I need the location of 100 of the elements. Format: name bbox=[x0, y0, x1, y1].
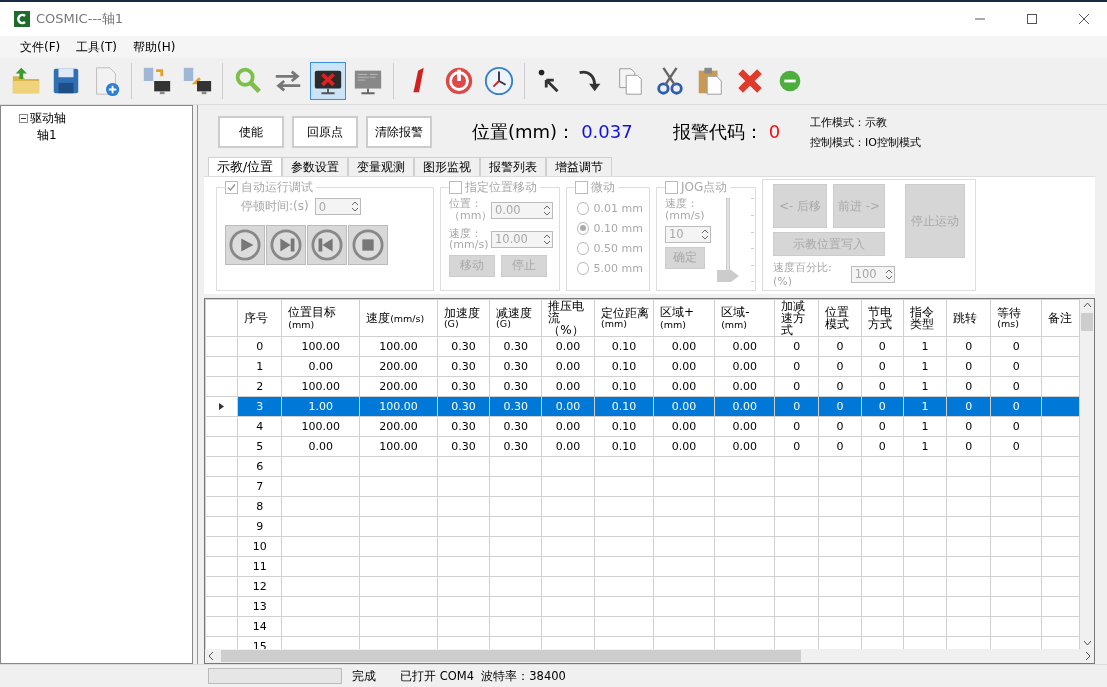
table-cell: 0 bbox=[818, 356, 862, 377]
table-cell: 0.00 bbox=[653, 436, 715, 457]
table-cell: 1 bbox=[237, 356, 282, 377]
table-cell: 0.00 bbox=[653, 376, 715, 397]
close-icon[interactable] bbox=[1079, 14, 1089, 24]
table-cell: 0 bbox=[990, 416, 1042, 437]
column-header: 等待 (ms) bbox=[990, 299, 1042, 337]
disconnect-monitor-icon[interactable] bbox=[310, 62, 346, 100]
table-cell: 200.00 bbox=[359, 376, 438, 397]
group-title: 自动运行调试 bbox=[241, 179, 313, 197]
table-cell: 0.00 bbox=[653, 336, 715, 357]
table-cell: 0.10 bbox=[594, 376, 654, 397]
table-cell: 10 bbox=[237, 536, 282, 557]
table-cell: 100.00 bbox=[359, 336, 438, 357]
tab[interactable]: 增益调节 bbox=[546, 157, 613, 177]
status-text: 已打开 COM4 波特率：38400 bbox=[400, 668, 566, 684]
scrollbar-thumb[interactable] bbox=[1081, 313, 1093, 331]
table-cell: 0.30 bbox=[437, 416, 490, 437]
table-cell: 0.30 bbox=[437, 436, 490, 457]
table-cell: 1 bbox=[903, 336, 947, 357]
tab[interactable]: 图形监视 bbox=[414, 157, 481, 177]
collapse-icon[interactable] bbox=[19, 114, 28, 123]
action-button[interactable]: 回原点 bbox=[292, 116, 358, 149]
table-cell: 0.00 bbox=[541, 336, 595, 357]
table-cell: 0 bbox=[237, 336, 282, 357]
table-cell: 0.30 bbox=[489, 416, 542, 437]
table-cell: 4 bbox=[237, 416, 282, 437]
table-cell: 0 bbox=[946, 336, 991, 357]
table-cell: 100.00 bbox=[281, 336, 360, 357]
mode-text: 控制模式：IO控制模式 bbox=[810, 134, 921, 150]
tab[interactable]: 变量观测 bbox=[348, 157, 415, 177]
field-label: 速度： bbox=[665, 198, 699, 210]
table-cell: 0 bbox=[774, 436, 819, 457]
table-cell: 0 bbox=[861, 336, 904, 357]
table-cell: 0 bbox=[946, 416, 991, 437]
unit-label: (mm/s) bbox=[665, 210, 705, 222]
table-cell: 0 bbox=[861, 416, 904, 437]
table-cell: 100.00 bbox=[359, 436, 438, 457]
tab[interactable]: 参数设置 bbox=[282, 157, 349, 177]
table-cell: 5 bbox=[237, 436, 282, 457]
table-cell: 1 bbox=[903, 416, 947, 437]
table-cell: 0 bbox=[774, 356, 819, 377]
table-cell: 13 bbox=[237, 596, 282, 617]
alarm-value: 0 bbox=[768, 121, 781, 143]
table-cell: 0.30 bbox=[437, 356, 490, 377]
table-cell: 0 bbox=[818, 376, 862, 397]
status-text: 完成 bbox=[352, 668, 376, 684]
column-header: 位置模式 bbox=[818, 299, 862, 337]
table-cell: 11 bbox=[237, 556, 282, 577]
table-cell: 0 bbox=[946, 356, 991, 377]
table-cell: 0.30 bbox=[437, 376, 490, 397]
mode-text: 工作模式：示教 bbox=[810, 114, 889, 130]
column-header: 减速度 (G) bbox=[489, 299, 542, 337]
action-button[interactable]: 使能 bbox=[218, 116, 284, 149]
table-cell: 0.10 bbox=[594, 336, 654, 357]
field-label: 速度百分比:(%) bbox=[773, 260, 833, 289]
table-cell: 0.00 bbox=[541, 356, 595, 377]
table-cell: 0.00 bbox=[281, 436, 360, 457]
action-button[interactable]: 清除报警 bbox=[366, 116, 432, 149]
column-header: 位置目标 (mm) bbox=[281, 299, 360, 337]
table-cell: 0 bbox=[861, 356, 904, 377]
field-label: 停顿时间:(s) bbox=[241, 198, 309, 216]
field-label: 速度： bbox=[449, 227, 482, 240]
table-cell: 200.00 bbox=[359, 356, 438, 377]
table-cell: 0.00 bbox=[541, 416, 595, 437]
table-cell: 0 bbox=[818, 436, 862, 457]
tab[interactable]: 示教/位置 bbox=[208, 157, 283, 177]
column-header: 节电方式 bbox=[861, 299, 904, 337]
table-cell: 14 bbox=[237, 616, 282, 637]
menu-item[interactable]: 文件(F) bbox=[14, 38, 67, 56]
table-cell: 0 bbox=[990, 356, 1042, 377]
column-header: 序号 bbox=[237, 299, 282, 337]
group-title: 指定位置移动 bbox=[465, 179, 537, 197]
group-title: JOG点动 bbox=[681, 179, 728, 197]
table-cell: 7 bbox=[237, 476, 282, 497]
table-cell: 0 bbox=[861, 376, 904, 397]
table-cell: 0.00 bbox=[714, 336, 775, 357]
alarm-label: 报警代码： bbox=[672, 120, 763, 145]
table-cell: 1 bbox=[903, 436, 947, 457]
table-cell: 100.00 bbox=[281, 416, 360, 437]
tab[interactable]: 报警列表 bbox=[480, 157, 547, 177]
radio-label: 5.00 mm bbox=[593, 261, 643, 275]
table-cell: 0.10 bbox=[594, 416, 654, 437]
table-cell: 0 bbox=[946, 436, 991, 457]
table-cell: 1 bbox=[903, 376, 947, 397]
maximize-icon[interactable] bbox=[1027, 14, 1037, 24]
column-header: 区域- (mm) bbox=[714, 299, 775, 337]
unit-label: （mm） bbox=[449, 210, 489, 222]
table-cell: 0 bbox=[774, 376, 819, 397]
menu-item[interactable]: 帮助(H) bbox=[126, 38, 182, 56]
tree-item[interactable]: 驱动轴 bbox=[30, 110, 66, 127]
table-cell: 0.10 bbox=[594, 356, 654, 377]
tree-item[interactable]: 轴1 bbox=[37, 127, 57, 144]
field-label: 位置： bbox=[449, 198, 483, 210]
position-value: 0.037 bbox=[581, 121, 633, 143]
table-cell: 100.00 bbox=[281, 376, 360, 397]
table-cell: 200.00 bbox=[359, 416, 438, 437]
menu-item[interactable]: 工具(T) bbox=[70, 38, 123, 56]
scrollbar-thumb[interactable] bbox=[221, 650, 801, 662]
table-cell: 0.00 bbox=[653, 416, 715, 437]
